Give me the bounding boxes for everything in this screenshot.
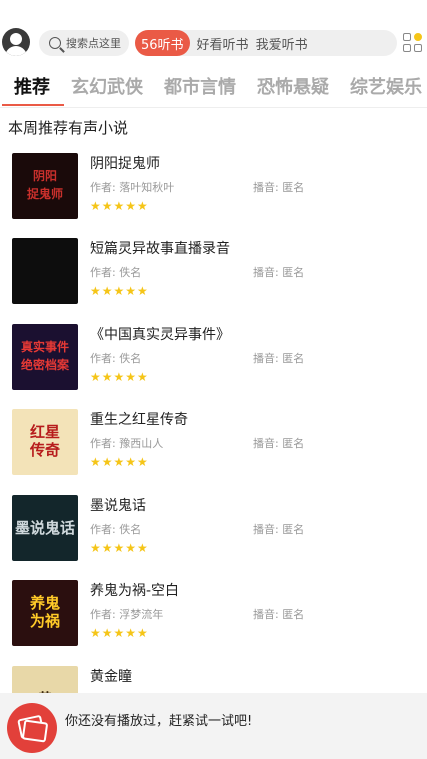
book-author: 作者: 豫西山人	[90, 437, 164, 450]
book-cover[interactable]: 红星 传奇	[12, 409, 78, 475]
rating-stars: ★★★★★	[90, 541, 149, 555]
book-item[interactable]: 红星 传奇 重生之红星传奇作者: 豫西山人 播音: 匿名 ★★★★★	[0, 409, 427, 489]
book-author: 作者: 佚名	[90, 266, 142, 279]
source-pill-haokan[interactable]: 好看听书	[197, 34, 249, 53]
book-cover[interactable]: 真实事件 绝密档案	[12, 324, 78, 390]
tab-recommend[interactable]: 推荐	[2, 70, 64, 106]
book-title[interactable]: 阴阳捉鬼师	[90, 153, 160, 173]
book-narrator: 播音: 匿名	[253, 352, 305, 365]
rating-stars: ★★★★★	[90, 455, 149, 469]
rating-stars: ★★★★★	[90, 199, 149, 213]
tab-urban[interactable]: 都市言情	[164, 70, 236, 106]
category-tabs: 推荐 玄幻武侠 都市言情 恐怖悬疑 综艺娱乐	[0, 70, 427, 108]
book-author: 作者: 佚名	[90, 352, 142, 365]
book-title[interactable]: 黄金瞳	[90, 666, 132, 686]
tab-fantasy[interactable]: 玄幻武侠	[71, 70, 143, 106]
book-item[interactable]: 短篇灵异故事直播录音作者: 佚名 播音: 匿名 ★★★★★	[0, 238, 427, 318]
book-cover[interactable]: 阴阳 捉鬼师	[12, 153, 78, 219]
book-item[interactable]: 养鬼 为祸 养鬼为祸-空白作者: 浮梦流年 播音: 匿名 ★★★★★	[0, 580, 427, 660]
book-author: 作者: 浮梦流年	[90, 608, 164, 621]
book-title[interactable]: 短篇灵异故事直播录音	[90, 238, 230, 258]
book-title[interactable]: 重生之红星传奇	[90, 409, 188, 429]
book-cover[interactable]: 墨说鬼话	[12, 495, 78, 561]
rating-stars: ★★★★★	[90, 626, 149, 640]
book-narrator: 播音: 匿名	[253, 608, 305, 621]
bottom-player[interactable]: 你还没有播放过，赶紧试一试吧!	[0, 693, 427, 759]
tab-variety[interactable]: 综艺娱乐	[350, 70, 422, 106]
book-cover[interactable]: 养鬼 为祸	[12, 580, 78, 646]
source-switcher: 56听书 好看听书 我爱听书	[135, 30, 397, 56]
search-placeholder: 搜索点这里	[66, 37, 121, 50]
top-bar: 搜索点这里 56听书 好看听书 我爱听书	[0, 24, 427, 64]
search-box[interactable]: 搜索点这里	[39, 30, 129, 56]
section-title: 本周推荐有声小说	[8, 119, 129, 137]
book-title[interactable]: 养鬼为祸-空白	[90, 580, 179, 600]
book-narrator: 播音: 匿名	[253, 266, 305, 279]
book-narrator: 播音: 匿名	[253, 437, 305, 450]
book-title[interactable]: 《中国真实灵异事件》	[90, 324, 230, 344]
player-disc-icon[interactable]	[7, 703, 57, 753]
source-pill-56[interactable]: 56听书	[135, 30, 190, 56]
search-icon	[49, 37, 61, 49]
book-cover[interactable]	[12, 238, 78, 304]
tab-horror[interactable]: 恐怖悬疑	[257, 70, 329, 106]
book-narrator: 播音: 匿名	[253, 523, 305, 536]
rating-stars: ★★★★★	[90, 284, 149, 298]
book-item[interactable]: 真实事件 绝密档案 《中国真实灵异事件》作者: 佚名 播音: 匿名 ★★★★★	[0, 324, 427, 404]
user-avatar-icon[interactable]	[2, 28, 30, 56]
source-pill-woai[interactable]: 我爱听书	[256, 34, 308, 53]
book-narrator: 播音: 匿名	[253, 181, 305, 194]
rating-stars: ★★★★★	[90, 370, 149, 384]
book-author: 作者: 落叶知秋叶	[90, 181, 175, 194]
book-item[interactable]: 阴阳 捉鬼师 阴阳捉鬼师 作者: 落叶知秋叶 播音: 匿名 ★★★★★	[0, 153, 427, 233]
apps-grid-icon[interactable]	[403, 33, 423, 53]
player-message: 你还没有播放过，赶紧试一试吧!	[65, 714, 253, 729]
book-author: 作者: 佚名	[90, 523, 142, 536]
book-item[interactable]: 墨说鬼话 墨说鬼话 作者: 佚名 播音: 匿名 ★★★★★	[0, 495, 427, 575]
book-title[interactable]: 墨说鬼话	[90, 495, 146, 515]
